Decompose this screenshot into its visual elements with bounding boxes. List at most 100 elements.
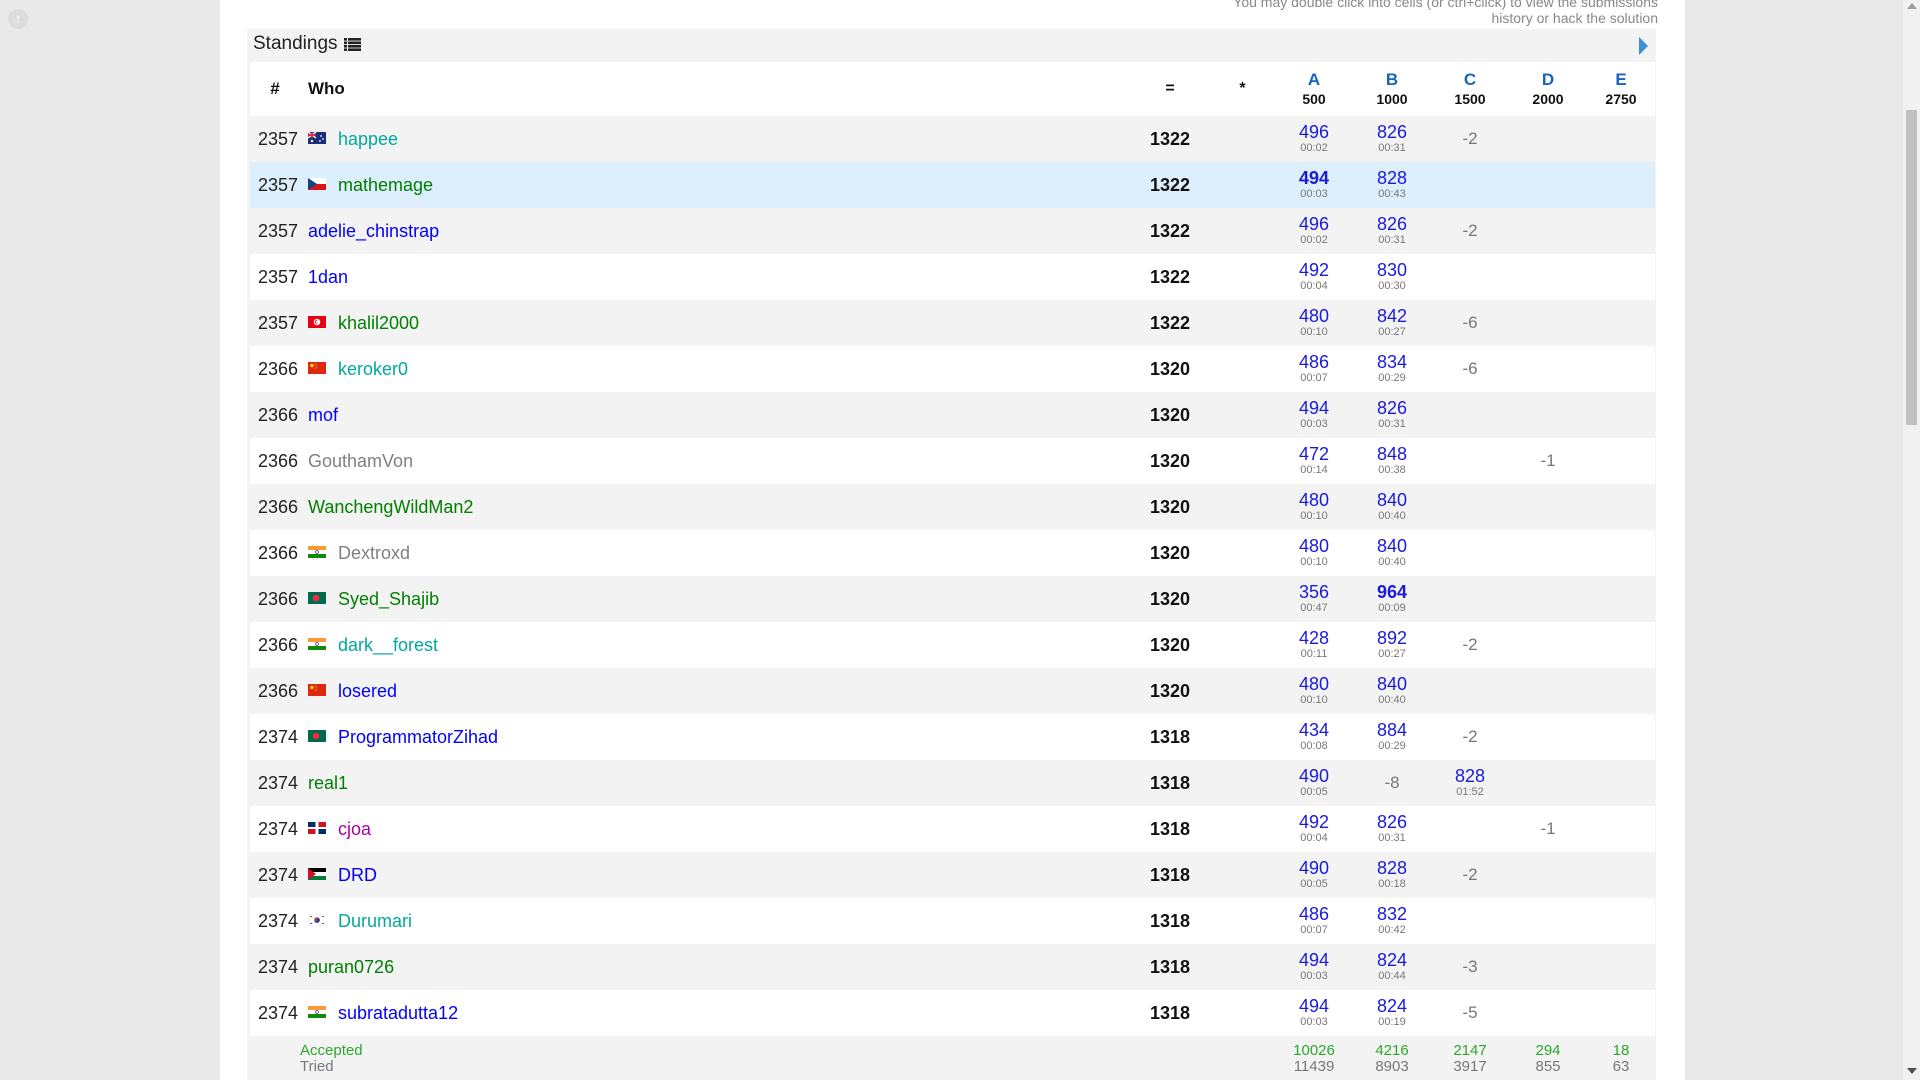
problem-cell-a[interactable]: 486 00:07 xyxy=(1275,346,1353,392)
problem-cell-e[interactable] xyxy=(1587,714,1655,760)
next-arrow-icon[interactable] xyxy=(1639,37,1648,55)
problem-cell-e[interactable] xyxy=(1587,484,1655,530)
problem-cell-d[interactable] xyxy=(1509,898,1587,944)
problem-letter[interactable]: A xyxy=(1275,70,1353,90)
problem-cell-d[interactable] xyxy=(1509,990,1587,1036)
problem-letter[interactable]: D xyxy=(1509,70,1587,90)
participant-link[interactable]: adelie_chinstrap xyxy=(308,221,439,241)
problem-cell-a[interactable]: 480 00:10 xyxy=(1275,484,1353,530)
problem-cell-a[interactable]: 494 00:03 xyxy=(1275,990,1353,1036)
table-row[interactable]: 2366 losered 1320 480 00:10 840 00:40 xyxy=(250,668,1655,714)
problem-cell-e[interactable] xyxy=(1587,346,1655,392)
problem-cell-c[interactable] xyxy=(1431,254,1509,300)
participant-link[interactable]: losered xyxy=(338,681,397,701)
table-row[interactable]: 2366 dark__forest 1320 428 00:11 892 00:27 -2 xyxy=(250,622,1655,668)
problem-cell-c[interactable] xyxy=(1431,392,1509,438)
arrow-up-circle-icon[interactable]: ↑ xyxy=(8,9,28,29)
problem-cell-b[interactable]: 824 00:44 xyxy=(1353,944,1431,990)
problem-cell-a[interactable]: 490 00:05 xyxy=(1275,760,1353,806)
problem-cell-b[interactable]: 830 00:30 xyxy=(1353,254,1431,300)
problem-cell-b[interactable]: 824 00:19 xyxy=(1353,990,1431,1036)
problem-cell-b[interactable]: 840 00:40 xyxy=(1353,530,1431,576)
header-problem-d[interactable]: D 2000 xyxy=(1509,62,1587,116)
problem-cell-d[interactable] xyxy=(1509,622,1587,668)
problem-cell-a[interactable]: 490 00:05 xyxy=(1275,852,1353,898)
scrollbar[interactable] xyxy=(1903,0,1920,1080)
problem-letter[interactable]: B xyxy=(1353,70,1431,90)
problem-cell-a[interactable]: 480 00:10 xyxy=(1275,668,1353,714)
problem-cell-b[interactable]: 826 00:31 xyxy=(1353,806,1431,852)
header-problem-c[interactable]: C 1500 xyxy=(1431,62,1509,116)
participant-link[interactable]: WanchengWildMan2 xyxy=(308,497,473,517)
problem-cell-e[interactable] xyxy=(1587,254,1655,300)
scroll-up-arrow-icon[interactable] xyxy=(1907,3,1917,9)
table-row[interactable]: 2357 1dan 1322 492 00:04 830 00:30 xyxy=(250,254,1655,300)
participant-link[interactable]: Syed_Shajib xyxy=(338,589,439,609)
problem-cell-c[interactable]: -2 xyxy=(1431,852,1509,898)
problem-cell-e[interactable] xyxy=(1587,760,1655,806)
problem-cell-e[interactable] xyxy=(1587,668,1655,714)
problem-cell-e[interactable] xyxy=(1587,208,1655,254)
problem-letter[interactable]: E xyxy=(1587,70,1655,90)
table-row[interactable]: 2374 cjoa 1318 492 00:04 826 00:31 -1 xyxy=(250,806,1655,852)
table-row[interactable]: 2366 WanchengWildMan2 1320 480 00:10 840 00:40 xyxy=(250,484,1655,530)
problem-cell-b[interactable]: 840 00:40 xyxy=(1353,668,1431,714)
problem-cell-c[interactable]: -6 xyxy=(1431,346,1509,392)
participant-link[interactable]: subratadutta12 xyxy=(338,1003,458,1023)
table-row[interactable]: 2357 adelie_chinstrap 1322 496 00:02 826 00:31… xyxy=(250,208,1655,254)
scroll-thumb[interactable] xyxy=(1906,110,1917,425)
problem-cell-b[interactable]: 892 00:27 xyxy=(1353,622,1431,668)
problem-cell-c[interactable]: -2 xyxy=(1431,622,1509,668)
problem-cell-c[interactable] xyxy=(1431,806,1509,852)
problem-cell-c[interactable] xyxy=(1431,162,1509,208)
problem-cell-d[interactable] xyxy=(1509,944,1587,990)
problem-cell-e[interactable] xyxy=(1587,990,1655,1036)
table-row[interactable]: 2374 real1 1318 490 00:05 -8 828 01:52 xyxy=(250,760,1655,806)
problem-cell-d[interactable] xyxy=(1509,530,1587,576)
problem-cell-b[interactable]: 826 00:31 xyxy=(1353,116,1431,162)
problem-cell-e[interactable] xyxy=(1587,162,1655,208)
participant-link[interactable]: ProgrammatorZihad xyxy=(338,727,498,747)
problem-cell-b[interactable]: 826 00:31 xyxy=(1353,208,1431,254)
problem-cell-e[interactable] xyxy=(1587,530,1655,576)
problem-cell-b[interactable]: 964 00:09 xyxy=(1353,576,1431,622)
problem-cell-a[interactable]: 494 00:03 xyxy=(1275,944,1353,990)
problem-cell-b[interactable]: 826 00:31 xyxy=(1353,392,1431,438)
problem-cell-b[interactable]: -8 xyxy=(1353,760,1431,806)
participant-link[interactable]: mof xyxy=(308,405,338,425)
participant-link[interactable]: real1 xyxy=(308,773,348,793)
participant-link[interactable]: Durumari xyxy=(338,911,412,931)
header-problem-a[interactable]: A 500 xyxy=(1275,62,1353,116)
problem-cell-a[interactable]: 428 00:11 xyxy=(1275,622,1353,668)
table-row[interactable]: 2357 mathemage 1322 494 00:03 828 00:43 xyxy=(250,162,1655,208)
problem-cell-e[interactable] xyxy=(1587,576,1655,622)
participant-link[interactable]: mathemage xyxy=(338,175,433,195)
problem-cell-a[interactable]: 492 00:04 xyxy=(1275,254,1353,300)
problem-cell-d[interactable] xyxy=(1509,254,1587,300)
problem-cell-b[interactable]: 840 00:40 xyxy=(1353,484,1431,530)
problem-cell-e[interactable] xyxy=(1587,300,1655,346)
table-row[interactable]: 2366 keroker0 1320 486 00:07 834 00:29 -6 xyxy=(250,346,1655,392)
problem-cell-a[interactable]: 480 00:10 xyxy=(1275,530,1353,576)
problem-cell-a[interactable]: 494 00:03 xyxy=(1275,162,1353,208)
participant-link[interactable]: puran0726 xyxy=(308,957,394,977)
problem-cell-c[interactable]: -2 xyxy=(1431,116,1509,162)
problem-cell-e[interactable] xyxy=(1587,898,1655,944)
problem-cell-d[interactable]: -1 xyxy=(1509,438,1587,484)
problem-cell-c[interactable]: -2 xyxy=(1431,208,1509,254)
problem-cell-b[interactable]: 848 00:38 xyxy=(1353,438,1431,484)
participant-link[interactable]: keroker0 xyxy=(338,359,408,379)
problem-cell-e[interactable] xyxy=(1587,622,1655,668)
problem-cell-d[interactable] xyxy=(1509,714,1587,760)
problem-cell-e[interactable] xyxy=(1587,852,1655,898)
participant-link[interactable]: Dextroxd xyxy=(338,543,410,563)
participant-link[interactable]: cjoa xyxy=(338,819,371,839)
problem-cell-d[interactable] xyxy=(1509,760,1587,806)
problem-cell-a[interactable]: 496 00:02 xyxy=(1275,208,1353,254)
scroll-down-arrow-icon[interactable] xyxy=(1907,1068,1917,1074)
problem-cell-e[interactable] xyxy=(1587,806,1655,852)
problem-cell-c[interactable] xyxy=(1431,576,1509,622)
table-row[interactable]: 2366 Dextroxd 1320 480 00:10 840 00:40 xyxy=(250,530,1655,576)
problem-cell-d[interactable] xyxy=(1509,576,1587,622)
problem-cell-d[interactable] xyxy=(1509,484,1587,530)
